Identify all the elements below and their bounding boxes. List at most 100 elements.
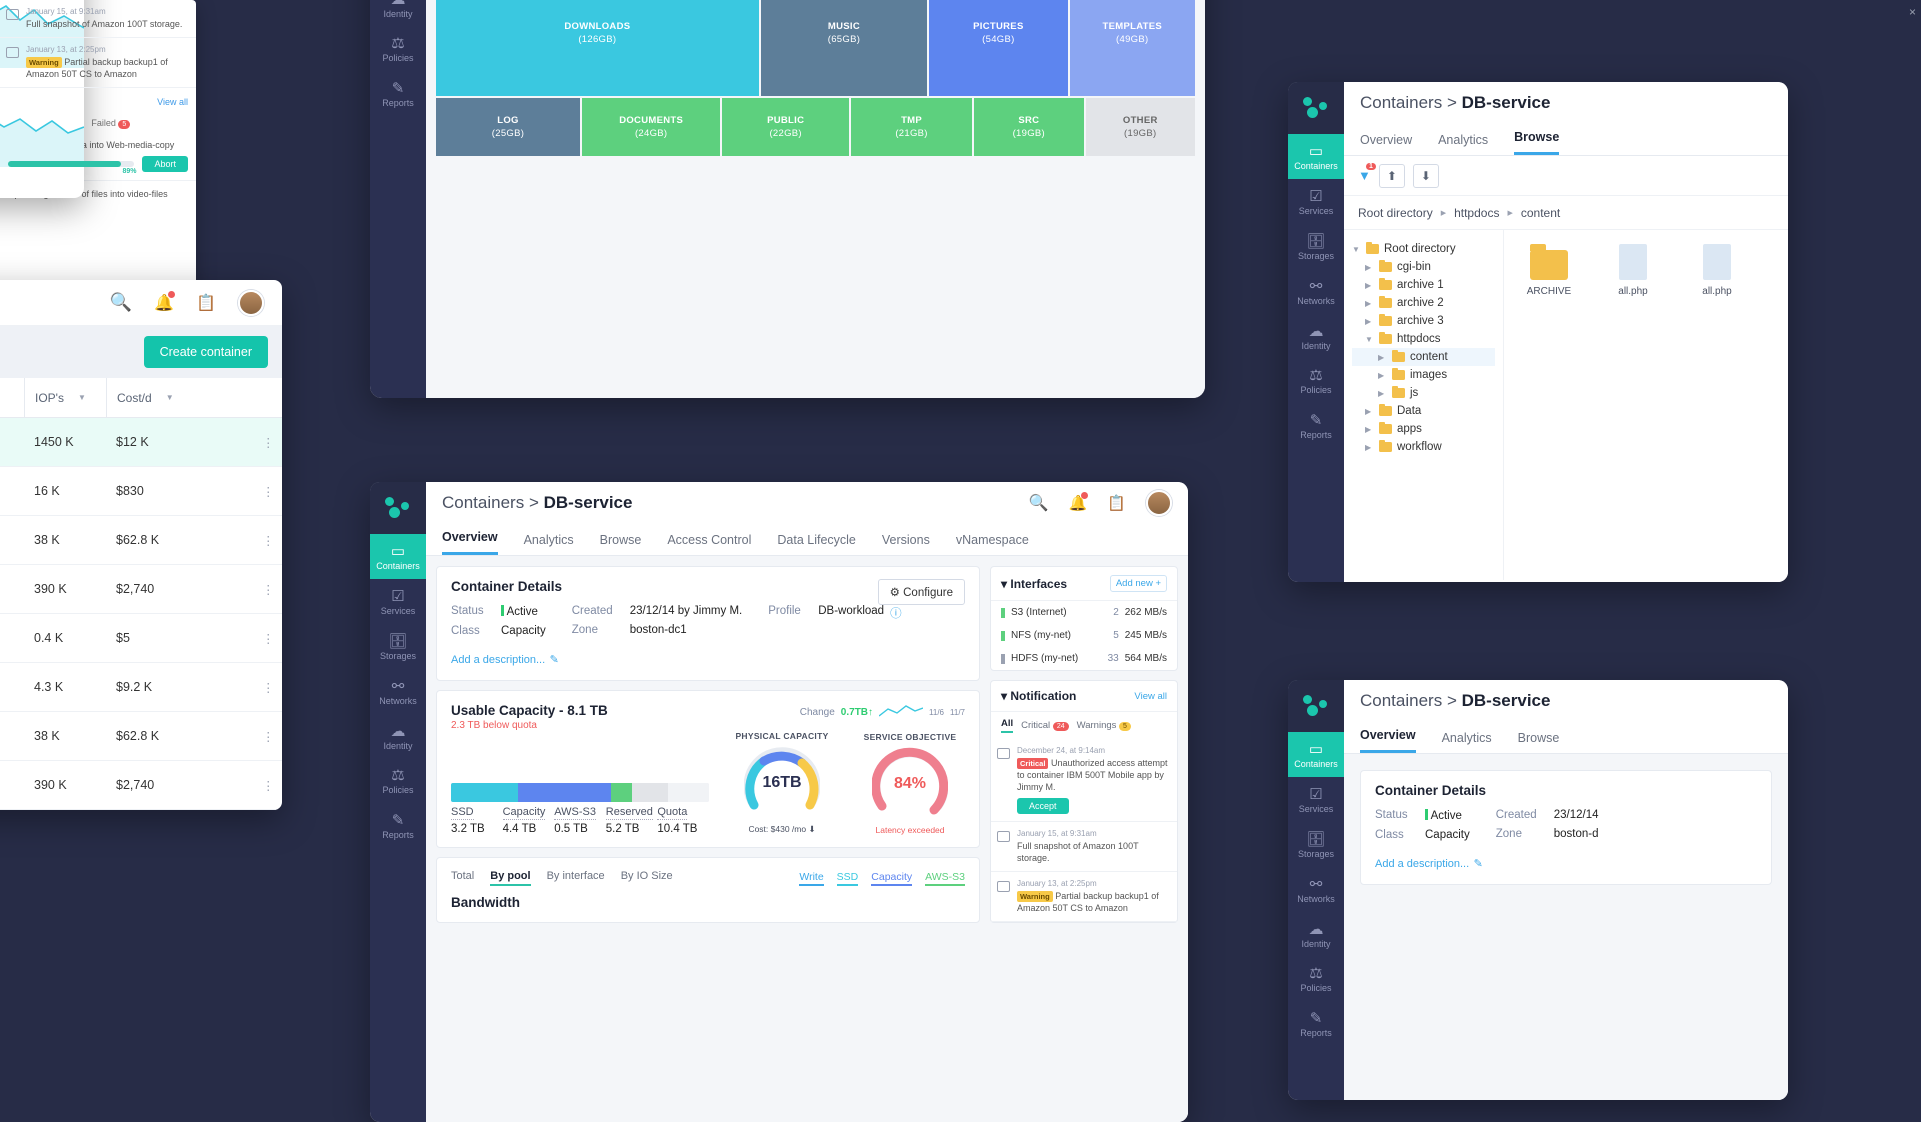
avatar[interactable] — [238, 289, 264, 316]
col-iops[interactable]: IOP's ▼ — [24, 378, 106, 417]
sidebar-item-identity[interactable]: ☁Identity — [370, 714, 426, 759]
table-row[interactable]: 120 us1450 K$12 K⋮ — [0, 418, 282, 467]
sidebar-item-reports[interactable]: ✎ Reports — [370, 71, 426, 116]
treemap-cell[interactable]: TEMPLATES (49GB) — [1069, 0, 1196, 96]
tab-overview[interactable]: Overview — [1360, 728, 1416, 753]
row-menu-button[interactable]: ⋮ — [252, 778, 282, 793]
interface-row[interactable]: NFS (my-net) 5 245 MB/s — [991, 624, 1177, 647]
tab-analytics[interactable]: Analytics — [1438, 133, 1488, 155]
path-segment[interactable]: httpdocs — [1454, 206, 1499, 220]
bandwidth-tabs[interactable]: Total By pool By interface By IO Size — [451, 870, 673, 886]
file-item[interactable]: all.php — [1602, 244, 1664, 297]
filter-critical[interactable]: Critical 24 — [1021, 720, 1069, 731]
bell-icon[interactable]: 🔔 — [1069, 492, 1089, 512]
bandwidth-tab-by-pool[interactable]: By pool — [490, 870, 531, 886]
sidebar-item-storages[interactable]: 🗄 Storages — [1288, 224, 1344, 269]
row-menu-button[interactable]: ⋮ — [252, 435, 282, 450]
row-menu-button[interactable]: ⋮ — [252, 582, 282, 597]
tab-data-lifecycle[interactable]: Data Lifecycle — [777, 533, 856, 555]
avatar[interactable] — [1146, 490, 1172, 516]
nav-rail[interactable]: ▭Containers ☑Services 🗄Storages ⚯Network… — [370, 482, 426, 1122]
chevron-right-icon[interactable]: ▶ — [1365, 443, 1374, 452]
chevron-right-icon[interactable]: ▶ — [1378, 353, 1387, 362]
filter-warnings[interactable]: Warnings 5 — [1077, 720, 1131, 731]
bandwidth-tab-by-io-size[interactable]: By IO Size — [621, 870, 673, 886]
tree-node[interactable]: ▼ httpdocs — [1352, 330, 1495, 348]
bandwidth-legend-write[interactable]: Write — [799, 871, 824, 886]
sidebar-item-services[interactable]: ☑ Services — [1288, 179, 1344, 224]
notification-item[interactable]: December 24, at 9:14am Critical Unauthori… — [991, 739, 1177, 823]
sidebar-item-storages[interactable]: 🗄 Storages — [370, 624, 426, 669]
tree-node[interactable]: ▶ workflow — [1352, 438, 1495, 456]
row-menu-button[interactable]: ⋮ — [252, 484, 282, 499]
chevron-down-icon[interactable]: ▼ — [1365, 335, 1374, 344]
nav-rail[interactable]: ▭Containers ☑Services 🗄Storages ⚯Network… — [370, 0, 426, 398]
notification-item[interactable]: January 13, at 2:25pm Warning Partial bac… — [991, 872, 1177, 923]
chevron-right-icon[interactable]: ▶ — [1365, 299, 1374, 308]
tasks-icon[interactable]: 📋 — [1107, 494, 1126, 512]
filter-icon[interactable]: ▼ 1 — [1358, 163, 1376, 183]
row-menu-button[interactable]: ⋮ — [252, 533, 282, 548]
treemap-cell[interactable]: LOG (25GB) — [436, 97, 581, 156]
sidebar-item-policies[interactable]: ⚖ Policies — [370, 758, 426, 803]
directory-tree[interactable]: ▼ Root directory ▶ cgi-bin ▶ archive 1 ▶ archiv… — [1344, 230, 1504, 580]
sidebar-item-services[interactable]: ☑ Services — [1288, 777, 1344, 822]
tab-browse[interactable]: Browse — [1518, 731, 1560, 753]
tab-access-control[interactable]: Access Control — [667, 533, 751, 555]
tree-node[interactable]: ▶ archive 2 — [1352, 294, 1495, 312]
sidebar-item-policies[interactable]: ⚖ Policies — [1288, 956, 1344, 1001]
bandwidth-legend-aws-s3[interactable]: AWS-S3 — [925, 871, 965, 886]
sidebar-item-containers[interactable]: ▭ Containers — [1288, 732, 1344, 777]
add-description-link[interactable]: Add a description... — [1375, 858, 1469, 870]
abort-button[interactable]: Abort — [142, 156, 188, 173]
bandwidth-legend-ssd[interactable]: SSD — [836, 871, 859, 886]
tree-node[interactable]: ▶ js — [1352, 384, 1495, 402]
notification-view-all[interactable]: View all — [1134, 691, 1167, 702]
dashboard-tabs[interactable]: Overview Analytics Browse Access Control Dat… — [426, 524, 1188, 556]
treemap-cell[interactable]: SRC (19GB) — [974, 97, 1084, 156]
table-row[interactable]: 6 ms0.4 K$5⋮ — [0, 614, 282, 663]
row-menu-button[interactable]: ⋮ — [252, 729, 282, 744]
bandwidth-legend[interactable]: Write SSD Capacity AWS-S3 — [799, 871, 965, 886]
tab-failed[interactable]: Failed 5 — [91, 118, 131, 129]
edit-icon[interactable]: ✎ — [1474, 858, 1483, 870]
bell-icon[interactable]: 🔔 — [154, 290, 176, 313]
info-icon[interactable]: ⓘ — [890, 605, 902, 621]
tree-node[interactable]: ▶ apps — [1352, 420, 1495, 438]
chevron-right-icon[interactable]: ▶ — [1365, 407, 1374, 416]
bandwidth-tab-total[interactable]: Total — [451, 870, 474, 886]
chevron-right-icon[interactable]: ▶ — [1365, 263, 1374, 272]
interface-row[interactable]: S3 (Internet) 2 262 MB/s — [991, 601, 1177, 624]
breadcrumb-parent[interactable]: Containers — [1360, 691, 1442, 710]
treemap-cell[interactable]: OTHER (19GB) — [1085, 97, 1195, 156]
table-row[interactable]: 300 us390 K$2,740⋮ — [0, 761, 282, 810]
upload-file-button[interactable]: ⬆ — [1378, 163, 1405, 188]
chevron-right-icon[interactable]: ▶ — [1365, 281, 1374, 290]
notification-item[interactable]: January 15, at 9:31am Full snapshot of Am… — [991, 822, 1177, 873]
sidebar-item-containers[interactable]: ▭ Containers — [1288, 134, 1344, 179]
br-tabs[interactable]: Overview Analytics Browse — [1344, 722, 1788, 754]
path-breadcrumb[interactable]: Root directory ▶ httpdocs ▶ content — [1344, 196, 1788, 230]
tree-node[interactable]: ▼ Root directory — [1352, 240, 1495, 258]
edit-icon[interactable]: ✎ — [550, 654, 559, 666]
tree-node[interactable]: ▶ cgi-bin — [1352, 258, 1495, 276]
browse-tabs[interactable]: Overview Analytics Browse — [1344, 124, 1788, 156]
row-menu-button[interactable]: ⋮ — [252, 680, 282, 695]
sidebar-item-networks[interactable]: ⚯ Networks — [370, 669, 426, 714]
breadcrumb-parent[interactable]: Containers — [442, 493, 524, 512]
notification-item[interactable]: January 13, at 2:25pm Warning Partial ba… — [0, 38, 196, 89]
tab-analytics[interactable]: Analytics — [1442, 731, 1492, 753]
file-grid[interactable]: ARCHIVE all.php all.php — [1504, 230, 1788, 580]
download-file-button[interactable]: ⬇ — [1412, 163, 1439, 188]
chevron-down-icon[interactable]: ▼ — [1352, 245, 1361, 254]
filter-all[interactable]: All — [1001, 718, 1014, 733]
tab-analytics[interactable]: Analytics — [524, 533, 574, 555]
configure-button[interactable]: ⚙ Configure — [877, 579, 965, 605]
tree-node[interactable]: ▶ content — [1352, 348, 1495, 366]
treemap-cell[interactable]: PUBLIC (22GB) — [722, 97, 850, 156]
interface-row[interactable]: HDFS (my-net) 33 564 MB/s — [991, 647, 1177, 670]
table-row[interactable]: 300 us390 K$2,740⋮ — [0, 565, 282, 614]
tab-overview[interactable]: Overview — [442, 530, 498, 555]
path-segment[interactable]: Root directory — [1358, 206, 1433, 220]
close-icon[interactable]: × — [1909, 5, 1916, 19]
